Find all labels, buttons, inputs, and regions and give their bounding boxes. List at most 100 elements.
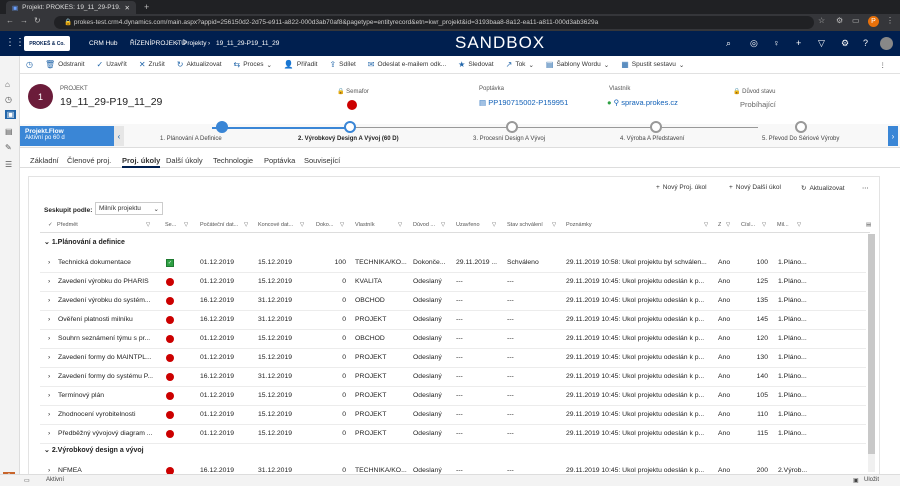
stage-1-label[interactable]: 1. Plánování A Definice [160, 136, 222, 142]
command-assign[interactable]: 👤 Přiřadit [278, 56, 324, 74]
close-tab-icon[interactable]: ✕ [125, 4, 130, 12]
cell-subject[interactable]: NFMEA [58, 467, 158, 474]
save-button[interactable]: Uložit [864, 477, 879, 483]
extension-icon[interactable]: ⚙ [836, 16, 843, 25]
command-delete[interactable]: 🗑 Odstranit [39, 56, 91, 74]
app-name[interactable]: CRM Hub [89, 40, 118, 47]
cell-subject[interactable]: Ověření platnosti milníku [58, 316, 158, 323]
stage-3-label[interactable]: 3. Procesní Design A Vývoj [473, 136, 545, 142]
save-view-icon[interactable]: ▤ [866, 222, 871, 228]
cell-owner[interactable]: OBCHOD [355, 335, 409, 342]
col-semafor[interactable]: Se... [165, 222, 179, 228]
cell-subject[interactable]: Technická dokumentace [58, 259, 158, 266]
stage-4-circle[interactable] [650, 121, 662, 133]
filter-icon[interactable]: ▽ [492, 222, 496, 228]
more-commands-icon[interactable]: ⋮ [874, 56, 893, 74]
cell-owner[interactable]: KVALITA [355, 278, 409, 285]
cell-owner[interactable]: PROJEKT [355, 354, 409, 361]
col-owner[interactable]: Vlastník [355, 222, 375, 228]
address-bar[interactable]: 🔒 prokes-test.crm4.dynamics.com/main.asp… [54, 16, 814, 29]
group-header[interactable]: ⌄ 1.Plánování a definice [44, 238, 125, 246]
reload-icon[interactable]: ↻ [34, 16, 41, 25]
grid-refresh-button[interactable]: ↻ Aktualizovat [801, 184, 845, 193]
col-start-date[interactable]: Počáteční dat... [200, 222, 240, 228]
filter-icon[interactable]: ▽ [704, 222, 708, 228]
filter-icon[interactable]: ▽ [552, 222, 556, 228]
table-row[interactable] [40, 387, 866, 406]
tab-technologie[interactable]: Technologie [213, 156, 253, 165]
save-icon[interactable]: ▣ [853, 477, 859, 484]
help-icon[interactable]: ? [863, 38, 868, 48]
bpf-prev-chevron-icon[interactable]: ‹ [114, 126, 124, 146]
filter-icon[interactable]: ▽ [398, 222, 402, 228]
filter-icon[interactable]: ▽ [184, 222, 188, 228]
col-reason[interactable]: Důvod ... [413, 222, 437, 228]
filter-icon[interactable]: ▽ [441, 222, 445, 228]
breadcrumb-entity[interactable]: Projekty [183, 40, 206, 47]
profile-avatar[interactable]: P [868, 16, 879, 27]
table-row[interactable] [40, 292, 866, 311]
col-end-date[interactable]: Koncové dat... [258, 222, 296, 228]
table-row[interactable] [40, 425, 866, 444]
projects-icon[interactable]: ▤ [5, 127, 13, 136]
cell-owner[interactable]: PROJEKT [355, 373, 409, 380]
col-z[interactable]: Z [718, 222, 721, 228]
filter-icon[interactable]: ▽ [762, 222, 766, 228]
browser-menu-icon[interactable]: ⋮ [886, 16, 894, 25]
status-expand-icon[interactable]: ▭ [24, 477, 30, 484]
col-number[interactable]: Čísl... [741, 222, 757, 228]
tasks-icon[interactable]: ✎ [5, 143, 12, 152]
cell-subject[interactable]: Zhodnocení vyrobitelnosti [58, 411, 158, 418]
table-row[interactable] [40, 349, 866, 368]
grid-more-icon[interactable]: ⋯ [862, 184, 869, 192]
tab-proj-ukoly[interactable]: Proj. úkoly [122, 156, 161, 168]
command-flow[interactable]: ↗ Tok ⌄ [500, 56, 540, 74]
stage-1-circle[interactable] [216, 121, 228, 133]
col-subject[interactable]: Předmět [57, 222, 78, 228]
cell-subject[interactable]: Zavedení formy do MAINTPL... [58, 354, 158, 361]
table-row[interactable] [40, 254, 866, 273]
stage-2-label[interactable]: 2. Výrobkový Design A Vývoj (60 D) [298, 136, 399, 142]
tab-dalsi-ukoly[interactable]: Další úkoly [166, 156, 203, 165]
col-approval[interactable]: Stav schválení [507, 222, 543, 228]
col-done[interactable]: Doko... [316, 222, 334, 228]
stage-4-label[interactable]: 4. Výroba A Představení [620, 136, 684, 142]
table-row[interactable] [40, 368, 866, 387]
new-tab-icon[interactable]: + [144, 2, 149, 12]
table-row[interactable] [40, 330, 866, 349]
cell-subject[interactable]: Souhrn seznámení týmu s pr... [58, 335, 158, 342]
command-run-report[interactable]: ▦ Spustit sestavu ⌄ [615, 56, 690, 74]
row-expand-chevron-icon[interactable]: › [48, 316, 50, 323]
command-close[interactable]: ✓ Uzavřít [91, 56, 133, 74]
row-expand-chevron-icon[interactable]: › [48, 467, 50, 474]
row-expand-chevron-icon[interactable]: › [48, 278, 50, 285]
cast-icon[interactable]: ▭ [852, 16, 860, 25]
stage-2-circle[interactable] [344, 121, 356, 133]
tab-poptavka[interactable]: Poptávka [264, 156, 295, 165]
row-expand-chevron-icon[interactable]: › [48, 373, 50, 380]
row-expand-chevron-icon[interactable]: › [48, 335, 50, 342]
home-icon[interactable]: ⌂ [5, 80, 10, 89]
new-project-task-button[interactable]: + Nový Proj. úkol [656, 184, 707, 191]
row-expand-chevron-icon[interactable]: › [48, 354, 50, 361]
command-email-link[interactable]: ✉ Odeslat e-mailem odk... [362, 56, 452, 74]
new-other-task-button[interactable]: + Nový Další úkol [729, 184, 781, 191]
group-header[interactable]: ⌄ 2.Výrobkový design a vývoj [44, 446, 144, 454]
history-icon[interactable]: ◷ [20, 56, 39, 74]
col-milestone[interactable]: Mil... [777, 222, 791, 228]
cell-owner[interactable]: OBCHOD [355, 297, 409, 304]
cell-subject[interactable]: Zavedení výrobku do PHARIS [58, 278, 158, 285]
filter-icon[interactable]: ▽ [146, 222, 150, 228]
row-expand-chevron-icon[interactable]: › [48, 430, 50, 437]
forward-icon[interactable]: → [20, 16, 28, 25]
cell-owner[interactable]: PROJEKT [355, 316, 409, 323]
user-avatar-icon[interactable] [880, 37, 893, 50]
recent-icon[interactable]: ◷ [5, 95, 12, 104]
cell-subject[interactable]: Zavedení výrobku do systém... [58, 297, 158, 304]
cell-subject[interactable]: Předběžný vývojový diagram ... [58, 430, 158, 437]
lightbulb-icon[interactable]: ♀ [773, 38, 780, 48]
cell-subject[interactable]: Zavedení formy do systému P... [58, 373, 158, 380]
search-icon[interactable]: ⌕ [726, 38, 731, 49]
command-follow[interactable]: ★ Sledovat [452, 56, 499, 74]
back-icon[interactable]: ← [6, 16, 14, 25]
